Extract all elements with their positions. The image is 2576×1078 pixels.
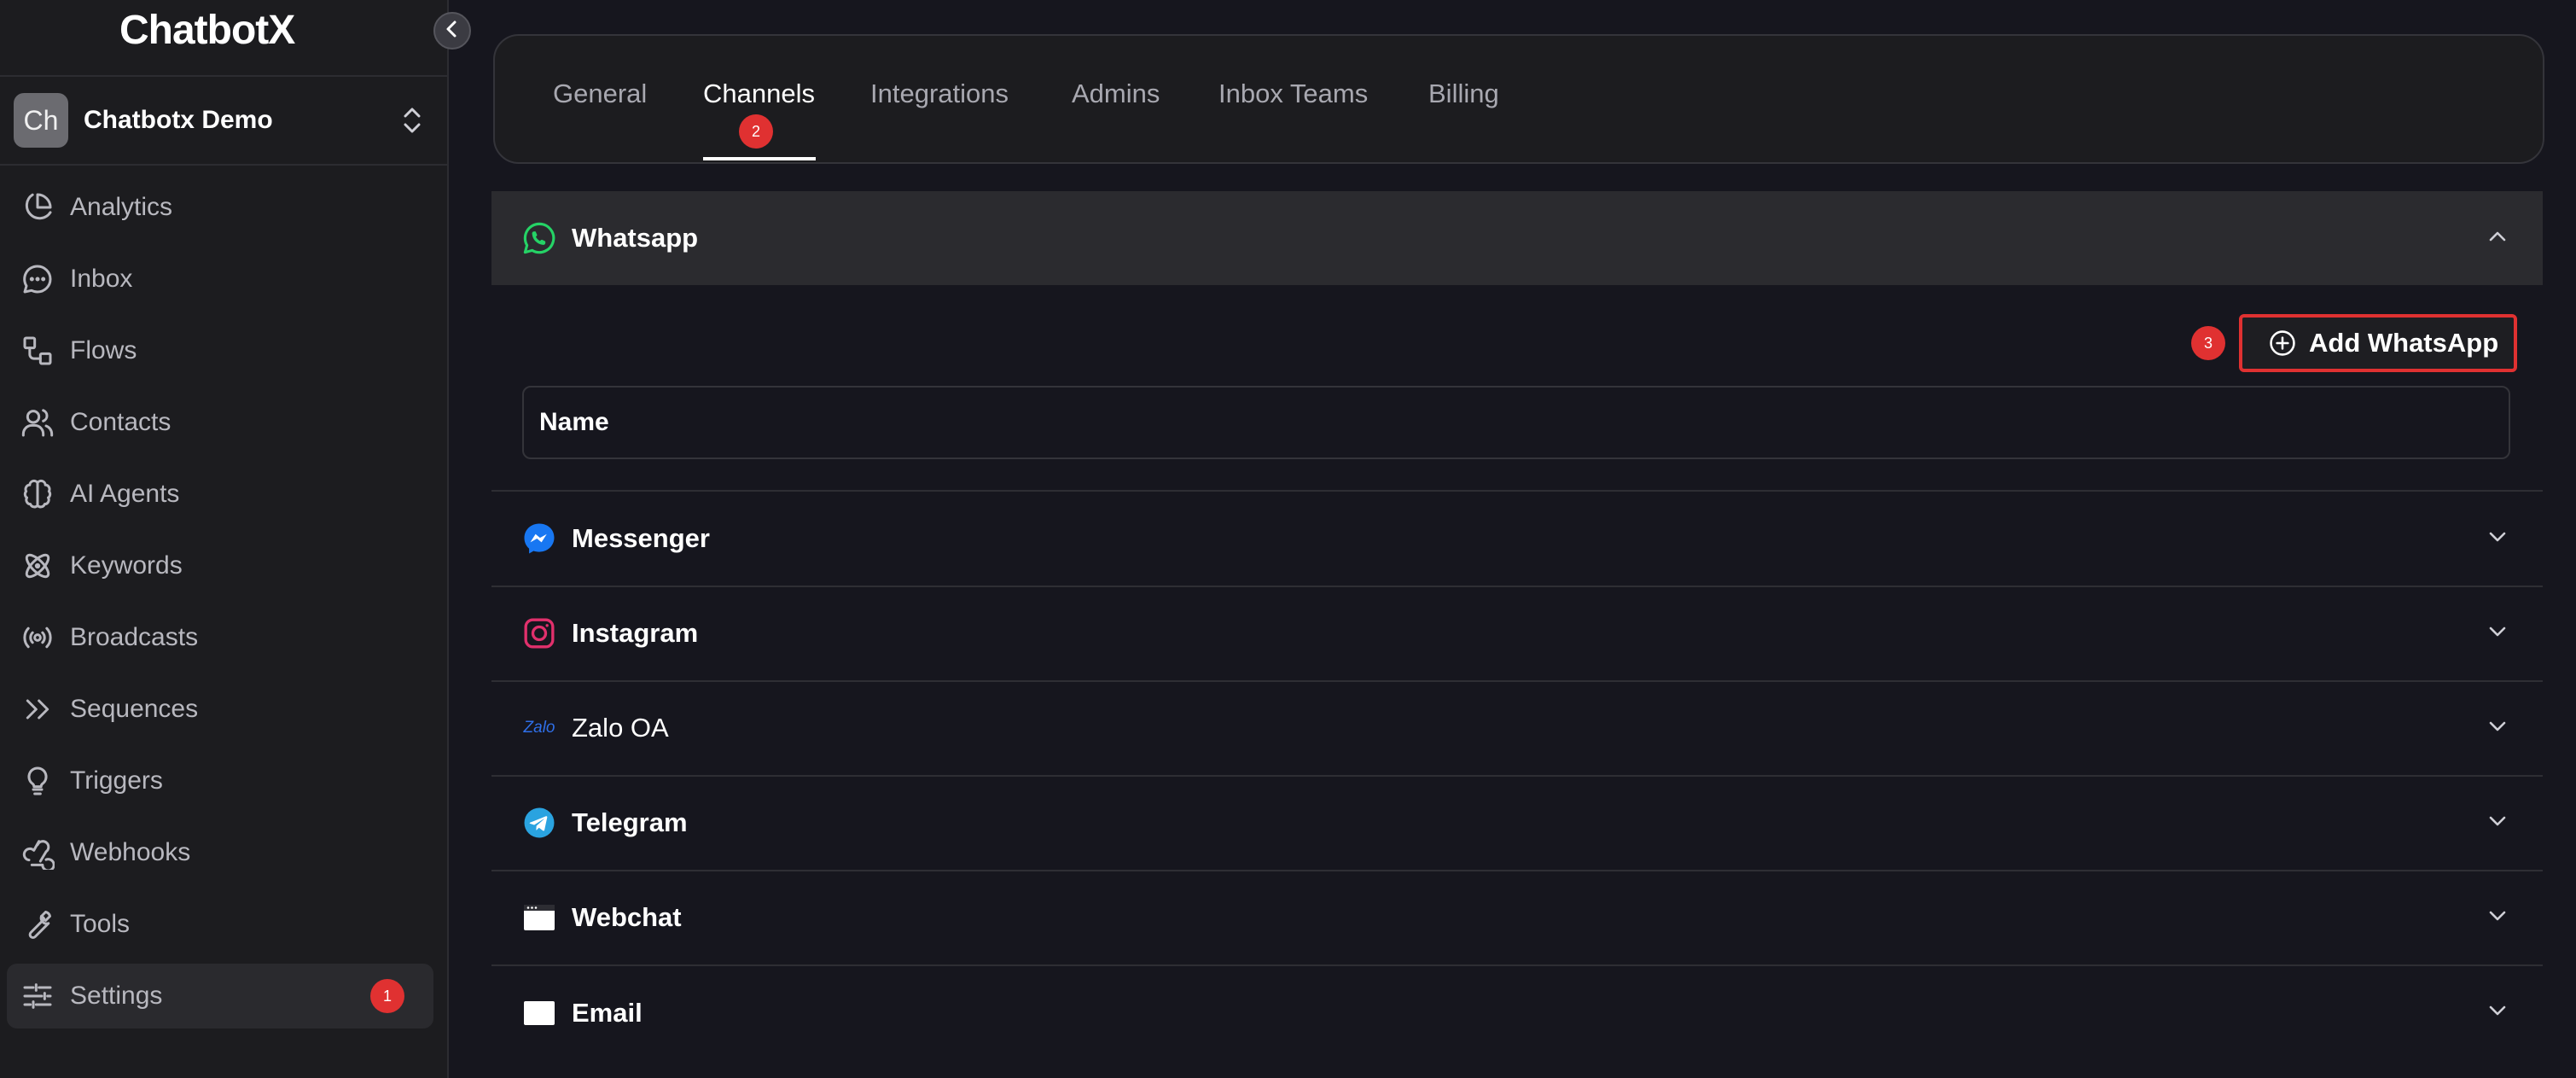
divider: [0, 164, 447, 166]
channel-header-telegram[interactable]: Telegram: [491, 776, 2543, 870]
sidebar-item-ai-agents[interactable]: AI Agents: [7, 462, 433, 527]
step-badge: 1: [370, 979, 404, 1013]
chevron-down-icon[interactable]: [2485, 903, 2510, 933]
tab-integrations[interactable]: Integrations: [870, 79, 1009, 109]
step-badge: 3: [2191, 326, 2225, 360]
table-header-name: Name: [539, 408, 609, 436]
webhook-icon: [19, 834, 56, 871]
zalo-logo-text: Zalo: [523, 719, 555, 737]
settings-tabbar: General Channels 2 Integrations Admins I…: [493, 34, 2544, 164]
channel-section-messenger: Messenger: [491, 492, 2543, 587]
sidebar-item-keywords[interactable]: Keywords: [7, 533, 433, 598]
sidebar-item-label: Sequences: [70, 695, 199, 723]
tab-inbox-teams[interactable]: Inbox Teams: [1218, 79, 1368, 109]
chevron-down-icon[interactable]: [2485, 714, 2510, 743]
collapse-sidebar-button[interactable]: [433, 12, 471, 50]
whatsapp-accounts-table: Name: [522, 386, 2510, 459]
wrench-icon: [19, 906, 56, 943]
channel-title: Email: [572, 998, 643, 1028]
sidebar-item-triggers[interactable]: Triggers: [7, 749, 433, 813]
channel-header-zalo[interactable]: Zalo Zalo OA: [491, 681, 2543, 775]
whatsapp-icon: [520, 219, 558, 257]
add-whatsapp-button[interactable]: Add WhatsApp: [2239, 314, 2517, 372]
broadcast-icon: [19, 619, 56, 656]
chat-bubble-icon: [19, 260, 56, 298]
chevron-down-icon[interactable]: [2485, 998, 2510, 1028]
sidebar-item-label: Settings: [70, 982, 163, 1010]
sidebar-item-label: Analytics: [70, 193, 173, 221]
chevron-down-icon[interactable]: [2485, 524, 2510, 554]
sidebar: ChatbotX Ch Chatbotx Demo Analytics Inbo…: [0, 0, 449, 1078]
brain-icon: [19, 475, 56, 513]
chevron-up-icon[interactable]: [2485, 224, 2510, 253]
mail-icon: [520, 994, 558, 1032]
telegram-icon: [520, 804, 558, 842]
chevron-up-down-icon: [401, 106, 423, 139]
users-icon: [19, 404, 56, 441]
channel-header-messenger[interactable]: Messenger: [491, 492, 2543, 586]
add-whatsapp-label: Add WhatsApp: [2309, 328, 2499, 358]
sidebar-item-label: Tools: [70, 910, 131, 938]
sidebar-item-label: Webhooks: [70, 838, 191, 866]
sidebar-item-analytics[interactable]: Analytics: [7, 175, 433, 240]
sidebar-item-contacts[interactable]: Contacts: [7, 390, 433, 455]
channel-section-instagram: Instagram: [491, 586, 2543, 682]
flows-icon: [19, 332, 56, 370]
instagram-icon: [520, 615, 558, 652]
tab-general[interactable]: General: [553, 79, 647, 109]
sidebar-item-label: AI Agents: [70, 480, 180, 508]
channel-header-whatsapp[interactable]: Whatsapp: [491, 191, 2543, 285]
sidebar-item-flows[interactable]: Flows: [7, 318, 433, 383]
sidebar-item-inbox[interactable]: Inbox: [7, 247, 433, 312]
workspace-name: Chatbotx Demo: [84, 106, 273, 134]
channel-section-telegram: Telegram: [491, 776, 2543, 871]
channel-section-zalo: Zalo Zalo OA: [491, 681, 2543, 777]
chevron-left-icon: [443, 20, 462, 43]
channel-title: Whatsapp: [572, 223, 699, 253]
plus-circle-icon: [2268, 329, 2297, 358]
sidebar-item-broadcasts[interactable]: Broadcasts: [7, 605, 433, 670]
atom-icon: [19, 547, 56, 585]
app-logo: ChatbotX: [119, 8, 295, 53]
tab-channels[interactable]: Channels: [703, 79, 815, 109]
sidebar-item-sequences[interactable]: Sequences: [7, 677, 433, 742]
channel-title: Telegram: [572, 807, 688, 837]
sidebar-item-settings[interactable]: Settings 1: [7, 964, 433, 1028]
channel-section-webchat: Webchat: [491, 871, 2543, 966]
channel-header-email[interactable]: Email: [491, 965, 2543, 1061]
zalo-icon: Zalo: [520, 709, 558, 747]
channel-section-email: Email: [491, 965, 2543, 1059]
sidebar-item-label: Flows: [70, 336, 137, 364]
tab-billing[interactable]: Billing: [1428, 79, 1499, 109]
browser-window-icon: [520, 899, 558, 936]
workspace-avatar: Ch: [14, 93, 68, 148]
messenger-icon: [520, 520, 558, 557]
channel-title: Messenger: [572, 523, 710, 553]
channel-title: Instagram: [572, 618, 699, 648]
sidebar-item-label: Keywords: [70, 551, 183, 580]
channel-header-instagram[interactable]: Instagram: [491, 586, 2543, 680]
sidebar-item-label: Inbox: [70, 265, 133, 293]
sidebar-item-label: Broadcasts: [70, 623, 199, 651]
lightbulb-icon: [19, 762, 56, 800]
sidebar-item-label: Contacts: [70, 408, 172, 436]
channel-header-webchat[interactable]: Webchat: [491, 871, 2543, 964]
sidebar-item-tools[interactable]: Tools: [7, 892, 433, 957]
chevron-down-icon[interactable]: [2485, 808, 2510, 838]
sliders-icon: [19, 977, 56, 1015]
sidebar-item-label: Triggers: [70, 766, 163, 795]
pie-chart-icon: [19, 189, 56, 226]
channel-title: Zalo OA: [572, 713, 669, 743]
step-badge: 2: [739, 114, 773, 149]
tab-admins[interactable]: Admins: [1072, 79, 1160, 109]
active-tab-indicator: [703, 157, 816, 160]
chevron-down-icon[interactable]: [2485, 619, 2510, 649]
sidebar-item-webhooks[interactable]: Webhooks: [7, 820, 433, 885]
double-chevron-right-icon: [19, 691, 56, 728]
channel-title: Webchat: [572, 902, 682, 932]
workspace-switcher[interactable]: Ch Chatbotx Demo: [0, 77, 447, 164]
